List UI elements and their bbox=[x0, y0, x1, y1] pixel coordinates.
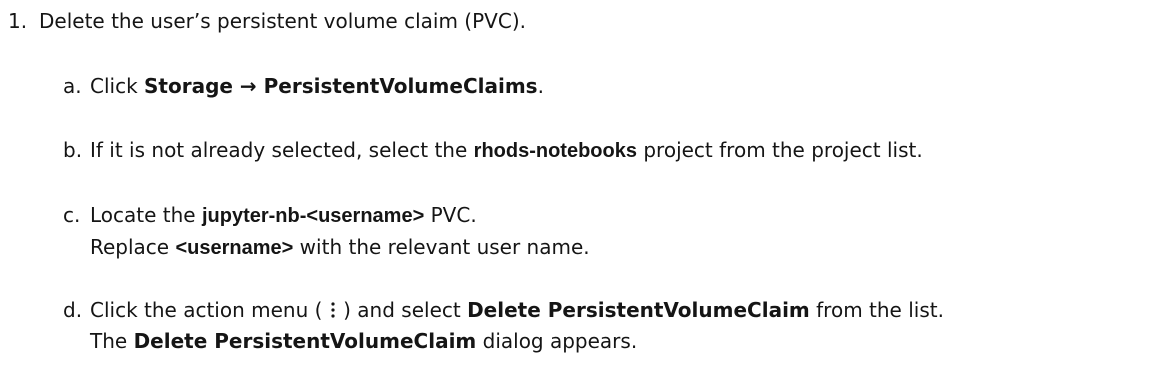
step-text: Delete the user’s persistent volume clai… bbox=[39, 9, 526, 33]
delete-action-label: Delete PersistentVolumeClaim bbox=[467, 298, 810, 322]
substep-a: a. Click Storage → PersistentVolumeClaims… bbox=[63, 71, 544, 102]
substep-letter: c. bbox=[63, 203, 81, 227]
substep-line-2: Replace <username> with the relevant use… bbox=[63, 232, 590, 264]
project-name: rhods-notebooks bbox=[473, 140, 637, 162]
menu-path: Storage → PersistentVolumeClaims bbox=[144, 74, 538, 98]
substep-text-suffix: . bbox=[537, 74, 544, 98]
substep-text-suffix: PVC. bbox=[424, 203, 477, 227]
substep-text-prefix: Replace bbox=[90, 235, 176, 259]
substep-b: b. If it is not already selected, select … bbox=[63, 135, 923, 167]
substep-d: d. Click the action menu ( ) and select D… bbox=[63, 295, 944, 357]
step-number: 1. bbox=[8, 9, 28, 33]
substep-line-1: c. Locate the jupyter-nb-<username> PVC. bbox=[63, 200, 590, 232]
substep-c: c. Locate the jupyter-nb-<username> PVC. … bbox=[63, 200, 590, 264]
substep-text-mid: ) and select bbox=[336, 298, 468, 322]
substep-text-suffix: with the relevant user name. bbox=[293, 235, 590, 259]
substep-text-prefix: Locate the bbox=[90, 203, 202, 227]
substep-line-2: The Delete PersistentVolumeClaim dialog … bbox=[63, 326, 944, 357]
substep-text-prefix: If it is not already selected, select th… bbox=[90, 138, 474, 162]
substep-letter: a. bbox=[63, 74, 82, 98]
step-1: 1. Delete the user’s persistent volume cl… bbox=[8, 9, 526, 33]
substep-text-suffix: dialog appears. bbox=[476, 329, 638, 353]
username-placeholder: <username> bbox=[175, 237, 294, 259]
dialog-name: Delete PersistentVolumeClaim bbox=[133, 329, 477, 353]
substep-text-suffix: from the list. bbox=[809, 298, 944, 322]
substep-line-1: d. Click the action menu ( ) and select D… bbox=[63, 295, 944, 326]
substep-text-prefix: Click the action menu ( bbox=[90, 298, 329, 322]
substep-text-prefix: Click bbox=[90, 74, 145, 98]
substep-text-prefix: The bbox=[90, 329, 134, 353]
substep-letter: d. bbox=[63, 298, 83, 322]
substep-text-suffix: project from the project list. bbox=[637, 138, 923, 162]
kebab-menu-icon bbox=[331, 302, 335, 318]
pvc-name: jupyter-nb-<username> bbox=[201, 205, 425, 227]
substep-letter: b. bbox=[63, 138, 83, 162]
